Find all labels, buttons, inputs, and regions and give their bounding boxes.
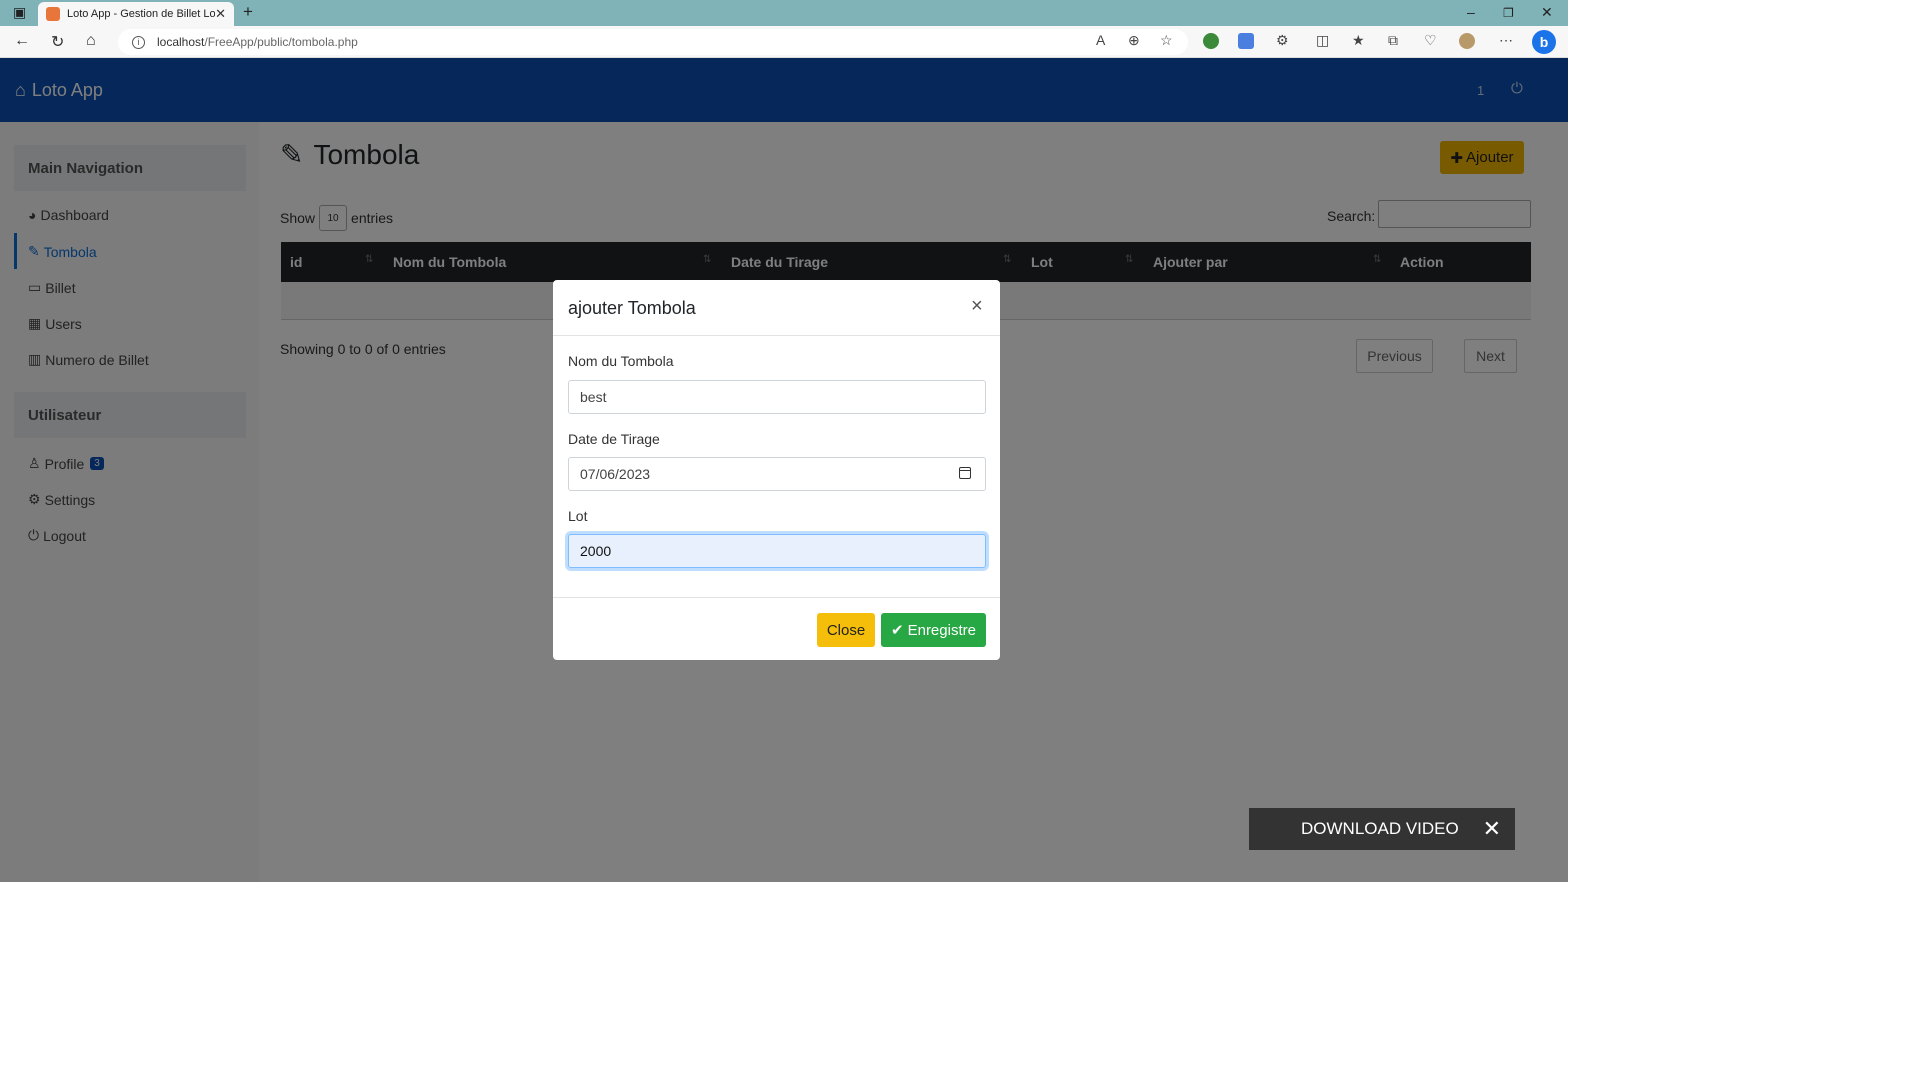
close-icon[interactable]: ✕ [1483,816,1501,842]
browser-tab[interactable]: Loto App - Gestion de Billet Loto ✕ [38,2,234,26]
site-info-icon[interactable]: i [132,35,145,49]
modal-close-icon[interactable]: × [971,295,983,318]
modal-title: ajouter Tombola [568,298,696,318]
new-tab-icon[interactable]: + [243,2,253,22]
restore-icon[interactable]: ❐ [1503,6,1514,20]
back-icon[interactable]: ← [14,32,30,50]
lot-input[interactable]: 2000 [568,534,986,568]
tab-actions-icon[interactable]: ▣ [13,4,26,21]
favorite-star-icon[interactable]: ☆ [1160,32,1173,49]
add-tombola-modal: ajouter Tombola × Nom du Tombola best Da… [553,280,1000,660]
date-label: Date de Tirage [568,431,660,447]
save-button[interactable]: ✔ Enregistre [881,613,986,647]
save-button-label: Enregistre [907,621,976,639]
calendar-icon[interactable] [959,467,971,479]
favorites-icon[interactable]: ★ [1352,32,1365,49]
extensions-icon[interactable]: ⚙ [1276,32,1289,49]
address-bar[interactable]: i localhost/FreeApp/public/tombola.php [118,29,1188,55]
url-text: localhost/FreeApp/public/tombola.php [157,35,358,49]
collections-icon[interactable]: ⧉ [1388,32,1398,49]
extension-globe-icon[interactable] [1203,33,1219,49]
lot-value: 2000 [580,543,612,559]
favicon-icon [46,7,60,21]
split-screen-icon[interactable]: ◫ [1316,32,1329,49]
lot-label: Lot [568,508,588,524]
reload-icon[interactable]: ↻ [51,32,64,52]
more-menu-icon[interactable]: ⋯ [1499,32,1513,49]
download-video-bar[interactable]: DOWNLOAD VIDEO ✕ [1249,808,1515,850]
close-button[interactable]: Close [817,613,875,647]
home-icon[interactable]: ⌂ [86,32,96,50]
modal-footer: Close ✔ Enregistre [553,597,1000,660]
date-input[interactable]: 07/06/2023 [568,457,986,491]
tab-title: Loto App - Gestion de Billet Loto [67,8,216,20]
read-aloud-icon[interactable]: A [1096,32,1105,48]
nom-input[interactable]: best [568,380,986,414]
browser-toolbar: ← ↻ ⌂ i localhost/FreeApp/public/tombola… [0,26,1568,58]
window-close-icon[interactable]: ✕ [1541,4,1553,21]
profile-avatar-icon[interactable] [1459,33,1475,49]
zoom-icon[interactable]: ⊕ [1128,32,1140,49]
nom-label: Nom du Tombola [568,353,674,369]
download-video-label: DOWNLOAD VIDEO [1301,819,1459,838]
browser-tab-bar: ▣ Loto App - Gestion de Billet Loto ✕ + … [0,0,1568,26]
bing-copilot-icon[interactable]: b [1532,30,1556,54]
modal-header: ajouter Tombola × [553,280,1000,336]
check-icon: ✔ [891,622,904,639]
translate-icon[interactable] [1238,33,1254,49]
date-value: 07/06/2023 [580,466,651,482]
performance-icon[interactable]: ♡ [1424,32,1437,49]
nom-value: best [580,389,607,405]
tab-close-icon[interactable]: ✕ [215,6,226,22]
minimize-icon[interactable]: – [1467,4,1475,20]
